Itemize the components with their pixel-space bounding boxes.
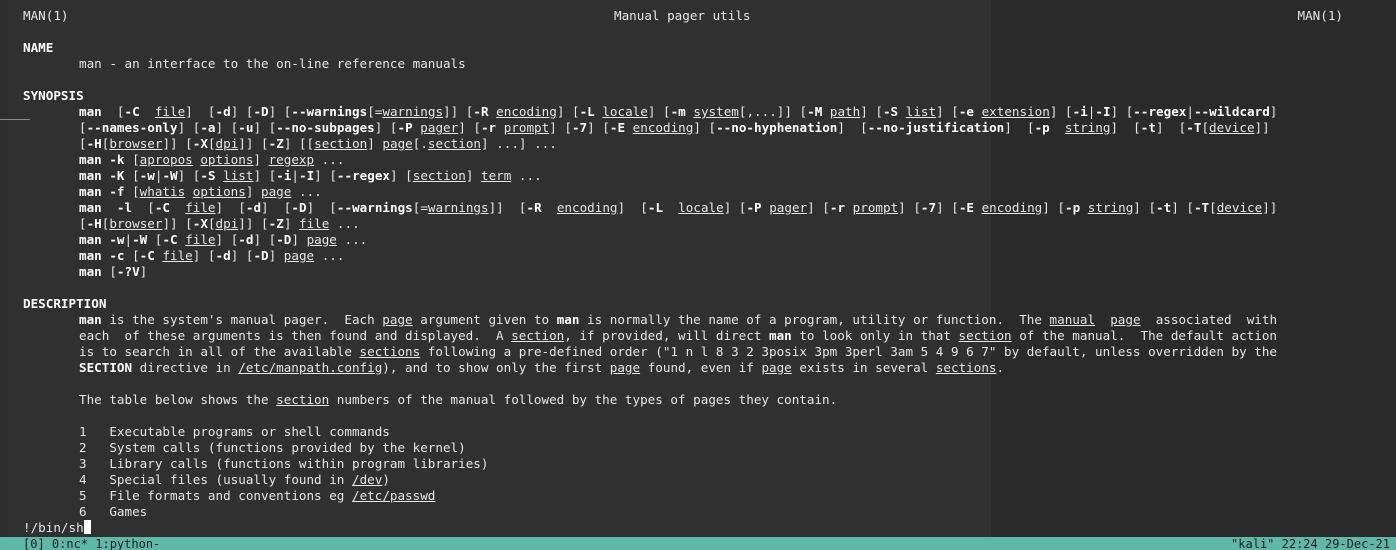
synopsis-line-3: [-H[browser]] [-X[dpi]] [-Z] [[section] … [79, 136, 557, 151]
list-item: 3 Library calls (functions within progra… [79, 456, 489, 471]
description-line-1: man is the system's manual pager. Each p… [79, 312, 1278, 327]
description-line-3: is to search in all of the available sec… [79, 344, 1277, 359]
synopsis-line-9: man -w|-W [-C file] [-d] [-D] page ... [79, 232, 368, 247]
terminal-pane-shade [991, 0, 1396, 537]
man-header-title: Manual pager utils [614, 8, 751, 23]
list-item: 2 System calls (functions provided by th… [79, 440, 466, 455]
terminal-left-gutter [0, 0, 8, 537]
name-description: man - an interface to the on-line refere… [79, 56, 466, 71]
synopsis-line-4: man -k [apropos options] regexp ... [79, 152, 345, 167]
text-cursor [83, 520, 91, 534]
command-prompt[interactable]: !/bin/sh [23, 520, 91, 536]
man-header-right: MAN(1) [1297, 8, 1344, 23]
list-item: 6 Games [79, 504, 148, 519]
list-item: 5 File formats and conventions eg /etc/p… [79, 488, 436, 503]
synopsis-line-8: [-H[browser]] [-X[dpi]] [-Z] file ... [79, 216, 360, 231]
tmux-status-bar: [0] 0:nc* 1:python- "kali" 22:24 29-Dec-… [0, 537, 1396, 550]
synopsis-line-1: man [-C file] [-d] [-D] [--warnings[=war… [79, 104, 1278, 119]
section-heading-name: NAME [23, 40, 54, 55]
synopsis-line-10: man -c [-C file] [-d] [-D] page ... [79, 248, 345, 263]
table-intro: The table below shows the section number… [79, 392, 838, 407]
synopsis-line-5: man -K [-w|-W] [-S list] [-i|-I] [--rege… [79, 168, 542, 183]
synopsis-line-2: [--names-only] [-a] [-u] [--no-subpages]… [79, 120, 1270, 135]
section-heading-description: DESCRIPTION [23, 296, 107, 311]
list-item: 1 Executable programs or shell commands [79, 424, 390, 439]
synopsis-line-11: man [-?V] [79, 264, 148, 279]
tmux-window-list[interactable]: [0] 0:nc* 1:python- [23, 537, 160, 550]
synopsis-line-6: man -f [whatis options] page ... [79, 184, 322, 199]
list-item: 4 Special files (usually found in /dev) [79, 472, 390, 487]
man-header-left: MAN(1) [23, 8, 69, 23]
description-line-2: each of these arguments is then found an… [79, 328, 1277, 343]
divider-line [0, 119, 30, 120]
description-line-4: SECTION directive in /etc/manpath.config… [79, 360, 1005, 375]
synopsis-line-7: man -l [-C file] [-d] [-D] [--warnings[=… [79, 200, 1278, 215]
section-heading-synopsis: SYNOPSIS [23, 88, 84, 103]
tmux-status-right: "kali" 22:24 29-Dec-21 [1231, 537, 1390, 550]
